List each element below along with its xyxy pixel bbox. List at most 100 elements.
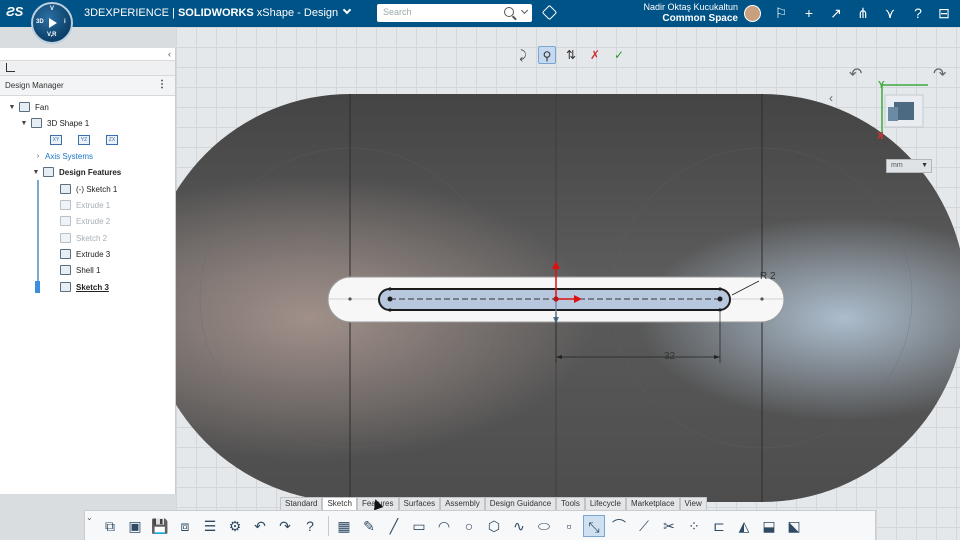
tab-design-guidance[interactable]: Design Guidance bbox=[484, 497, 557, 510]
tree-label: Extrude 1 bbox=[76, 200, 111, 210]
sketch-select-icon[interactable]: ✎ bbox=[358, 515, 380, 537]
network-share-icon[interactable]: ⋔ bbox=[855, 5, 871, 21]
extrude-icon bbox=[60, 249, 71, 259]
tag-icon[interactable] bbox=[541, 4, 558, 21]
collab-space: Common Space bbox=[662, 13, 738, 24]
save-icon[interactable]: 💾 bbox=[149, 515, 171, 537]
collapse-panel-icon[interactable]: ‹ bbox=[168, 49, 171, 59]
share-flag-icon[interactable]: ⚐ bbox=[773, 5, 789, 21]
point-icon[interactable]: ▫ bbox=[558, 515, 580, 537]
centerline-icon[interactable]: ⤡ bbox=[583, 514, 605, 537]
extrude-icon[interactable]: ⬓ bbox=[758, 515, 780, 537]
search-chevron-icon[interactable] bbox=[520, 6, 529, 15]
rotate-right-icon[interactable]: ↷ bbox=[933, 64, 946, 84]
ellipse-icon[interactable]: ⬭ bbox=[533, 515, 555, 537]
length-dimension[interactable]: 32 bbox=[664, 351, 675, 362]
trim-icon[interactable]: ✂ bbox=[658, 515, 680, 537]
cancel-sketch-icon[interactable]: ✗ bbox=[586, 46, 604, 64]
tree-item-extrude-1[interactable]: Extrude 1 bbox=[60, 198, 110, 212]
sketch-plane-icon[interactable]: ⚲ bbox=[538, 46, 556, 64]
arc-icon[interactable]: ◠ bbox=[433, 515, 455, 537]
grid-icon[interactable]: ▦ bbox=[333, 515, 355, 537]
tab-surfaces[interactable]: Surfaces bbox=[398, 497, 441, 510]
pattern-icon[interactable]: ⁘ bbox=[683, 515, 705, 537]
undo-icon[interactable]: ↶ bbox=[249, 515, 271, 537]
tab-lifecycle[interactable]: Lifecycle bbox=[584, 497, 626, 510]
rotate-left-icon[interactable]: ↶ bbox=[849, 64, 862, 84]
avatar[interactable] bbox=[744, 5, 761, 22]
tab-marketplace[interactable]: Marketplace bbox=[625, 497, 680, 510]
toolbar-collapse-icon[interactable]: ⌄ bbox=[86, 513, 93, 522]
redo-icon[interactable]: ↷ bbox=[274, 515, 296, 537]
spline-icon[interactable]: ∿ bbox=[508, 515, 530, 537]
tree-label: Shell 1 bbox=[76, 265, 101, 275]
play-icon[interactable] bbox=[49, 18, 57, 28]
plane-yz-icon[interactable]: YZ bbox=[78, 135, 90, 145]
apps-icon[interactable]: ⋎ bbox=[882, 5, 898, 21]
new-part-icon[interactable]: ⧉ bbox=[99, 515, 121, 537]
sketch-grid-icon[interactable]: ⇅ bbox=[562, 46, 580, 64]
compass-widget[interactable]: V 3D i V,R bbox=[31, 2, 73, 44]
plane-zx-icon[interactable]: ZX bbox=[106, 135, 118, 145]
app-title[interactable]: 3DEXPERIENCE | SOLIDWORKS xShape - Desig… bbox=[84, 5, 352, 19]
rectangle-icon[interactable]: ▭ bbox=[408, 515, 430, 537]
tree-item-design-features[interactable]: ▼ Design Features bbox=[32, 165, 121, 179]
circle-icon[interactable]: ○ bbox=[458, 515, 480, 537]
tree-item-extrude-2[interactable]: Extrude 2 bbox=[60, 214, 110, 228]
brand-app: SOLIDWORKS bbox=[177, 7, 254, 19]
search-icon[interactable] bbox=[504, 7, 514, 17]
tree-item-axis-systems[interactable]: › Axis Systems bbox=[34, 149, 93, 163]
plane-xy-icon[interactable]: XY bbox=[50, 135, 62, 145]
minimize-icon[interactable]: ⊟ bbox=[936, 5, 952, 21]
unit-select[interactable]: mm bbox=[886, 159, 932, 173]
panel-menu-icon[interactable]: ⋮ bbox=[157, 79, 167, 90]
share-arrow-icon[interactable]: ↗ bbox=[828, 5, 844, 21]
sketch-cursor-icon[interactable]: ⤸ bbox=[514, 46, 532, 64]
tree-item-3d-shape[interactable]: ▼ 3D Shape 1 bbox=[20, 116, 89, 130]
top-bar: ƧS 3DEXPERIENCE | SOLIDWORKS xShape - De… bbox=[0, 0, 960, 27]
line-icon[interactable]: ╱ bbox=[383, 515, 405, 537]
tree-item-extrude-3[interactable]: Extrude 3 bbox=[60, 247, 110, 261]
tab-standard[interactable]: Standard bbox=[280, 497, 323, 510]
tree-item-shell-1[interactable]: Shell 1 bbox=[60, 263, 100, 277]
offset-icon[interactable]: ⟋ bbox=[633, 515, 655, 537]
fillet-icon[interactable]: ⌒ bbox=[608, 515, 630, 537]
exit-sketch-icon[interactable]: ⬕ bbox=[783, 515, 805, 537]
tab-sketch[interactable]: Sketch bbox=[322, 497, 357, 510]
convert-icon[interactable]: ⊏ bbox=[708, 515, 730, 537]
help-icon[interactable]: ? bbox=[299, 515, 321, 537]
expand-icon[interactable]: ▼ bbox=[20, 120, 28, 127]
chevron-down-icon[interactable] bbox=[342, 5, 352, 15]
mirror-icon[interactable]: ◭ bbox=[733, 515, 755, 537]
help-icon[interactable]: ? bbox=[910, 5, 926, 21]
tree-item-sketch-3[interactable]: Sketch 3 bbox=[60, 280, 109, 294]
tree-item-sketch-2[interactable]: Sketch 2 bbox=[60, 231, 107, 245]
tab-tools[interactable]: Tools bbox=[556, 497, 585, 510]
unit-value: mm bbox=[891, 162, 903, 169]
tab-view[interactable]: View bbox=[679, 497, 707, 510]
open-icon[interactable]: ▣ bbox=[124, 515, 146, 537]
tree-item-sketch-1[interactable]: (-) Sketch 1 bbox=[60, 182, 117, 196]
model-canvas[interactable] bbox=[176, 27, 960, 540]
dassault-logo[interactable]: ƧS bbox=[6, 4, 23, 19]
expand-icon[interactable]: ▼ bbox=[8, 104, 16, 111]
view-prev-icon[interactable]: ‹ bbox=[829, 91, 833, 105]
search-input[interactable]: Search bbox=[377, 4, 532, 22]
tree-label: Fan bbox=[35, 102, 49, 112]
tree-tab[interactable] bbox=[0, 61, 175, 76]
settings-icon[interactable]: ⚙ bbox=[224, 515, 246, 537]
save-all-icon[interactable]: ⧈ bbox=[174, 515, 196, 537]
user-info[interactable]: Nadir Oktaş Kucukaltun Common Space bbox=[600, 2, 738, 24]
expand-icon[interactable]: › bbox=[34, 153, 42, 160]
tree-label: 3D Shape 1 bbox=[47, 118, 90, 128]
tree-guide-line bbox=[37, 180, 39, 292]
polygon-icon[interactable]: ⬡ bbox=[483, 515, 505, 537]
3d-viewport[interactable]: ⤸ ⚲ ⇅ ✗ ✓ ↶ ↷ ‹ Y X mm R 2 32 bbox=[176, 27, 960, 540]
radius-dimension[interactable]: R 2 bbox=[760, 271, 776, 282]
properties-icon[interactable]: ☰ bbox=[199, 515, 221, 537]
expand-icon[interactable]: ▼ bbox=[32, 169, 40, 176]
add-icon[interactable]: + bbox=[801, 5, 817, 21]
tab-assembly[interactable]: Assembly bbox=[440, 497, 485, 510]
tree-item-fan[interactable]: ▼ Fan bbox=[8, 100, 49, 114]
exit-sketch-icon[interactable]: ✓ bbox=[610, 46, 628, 64]
